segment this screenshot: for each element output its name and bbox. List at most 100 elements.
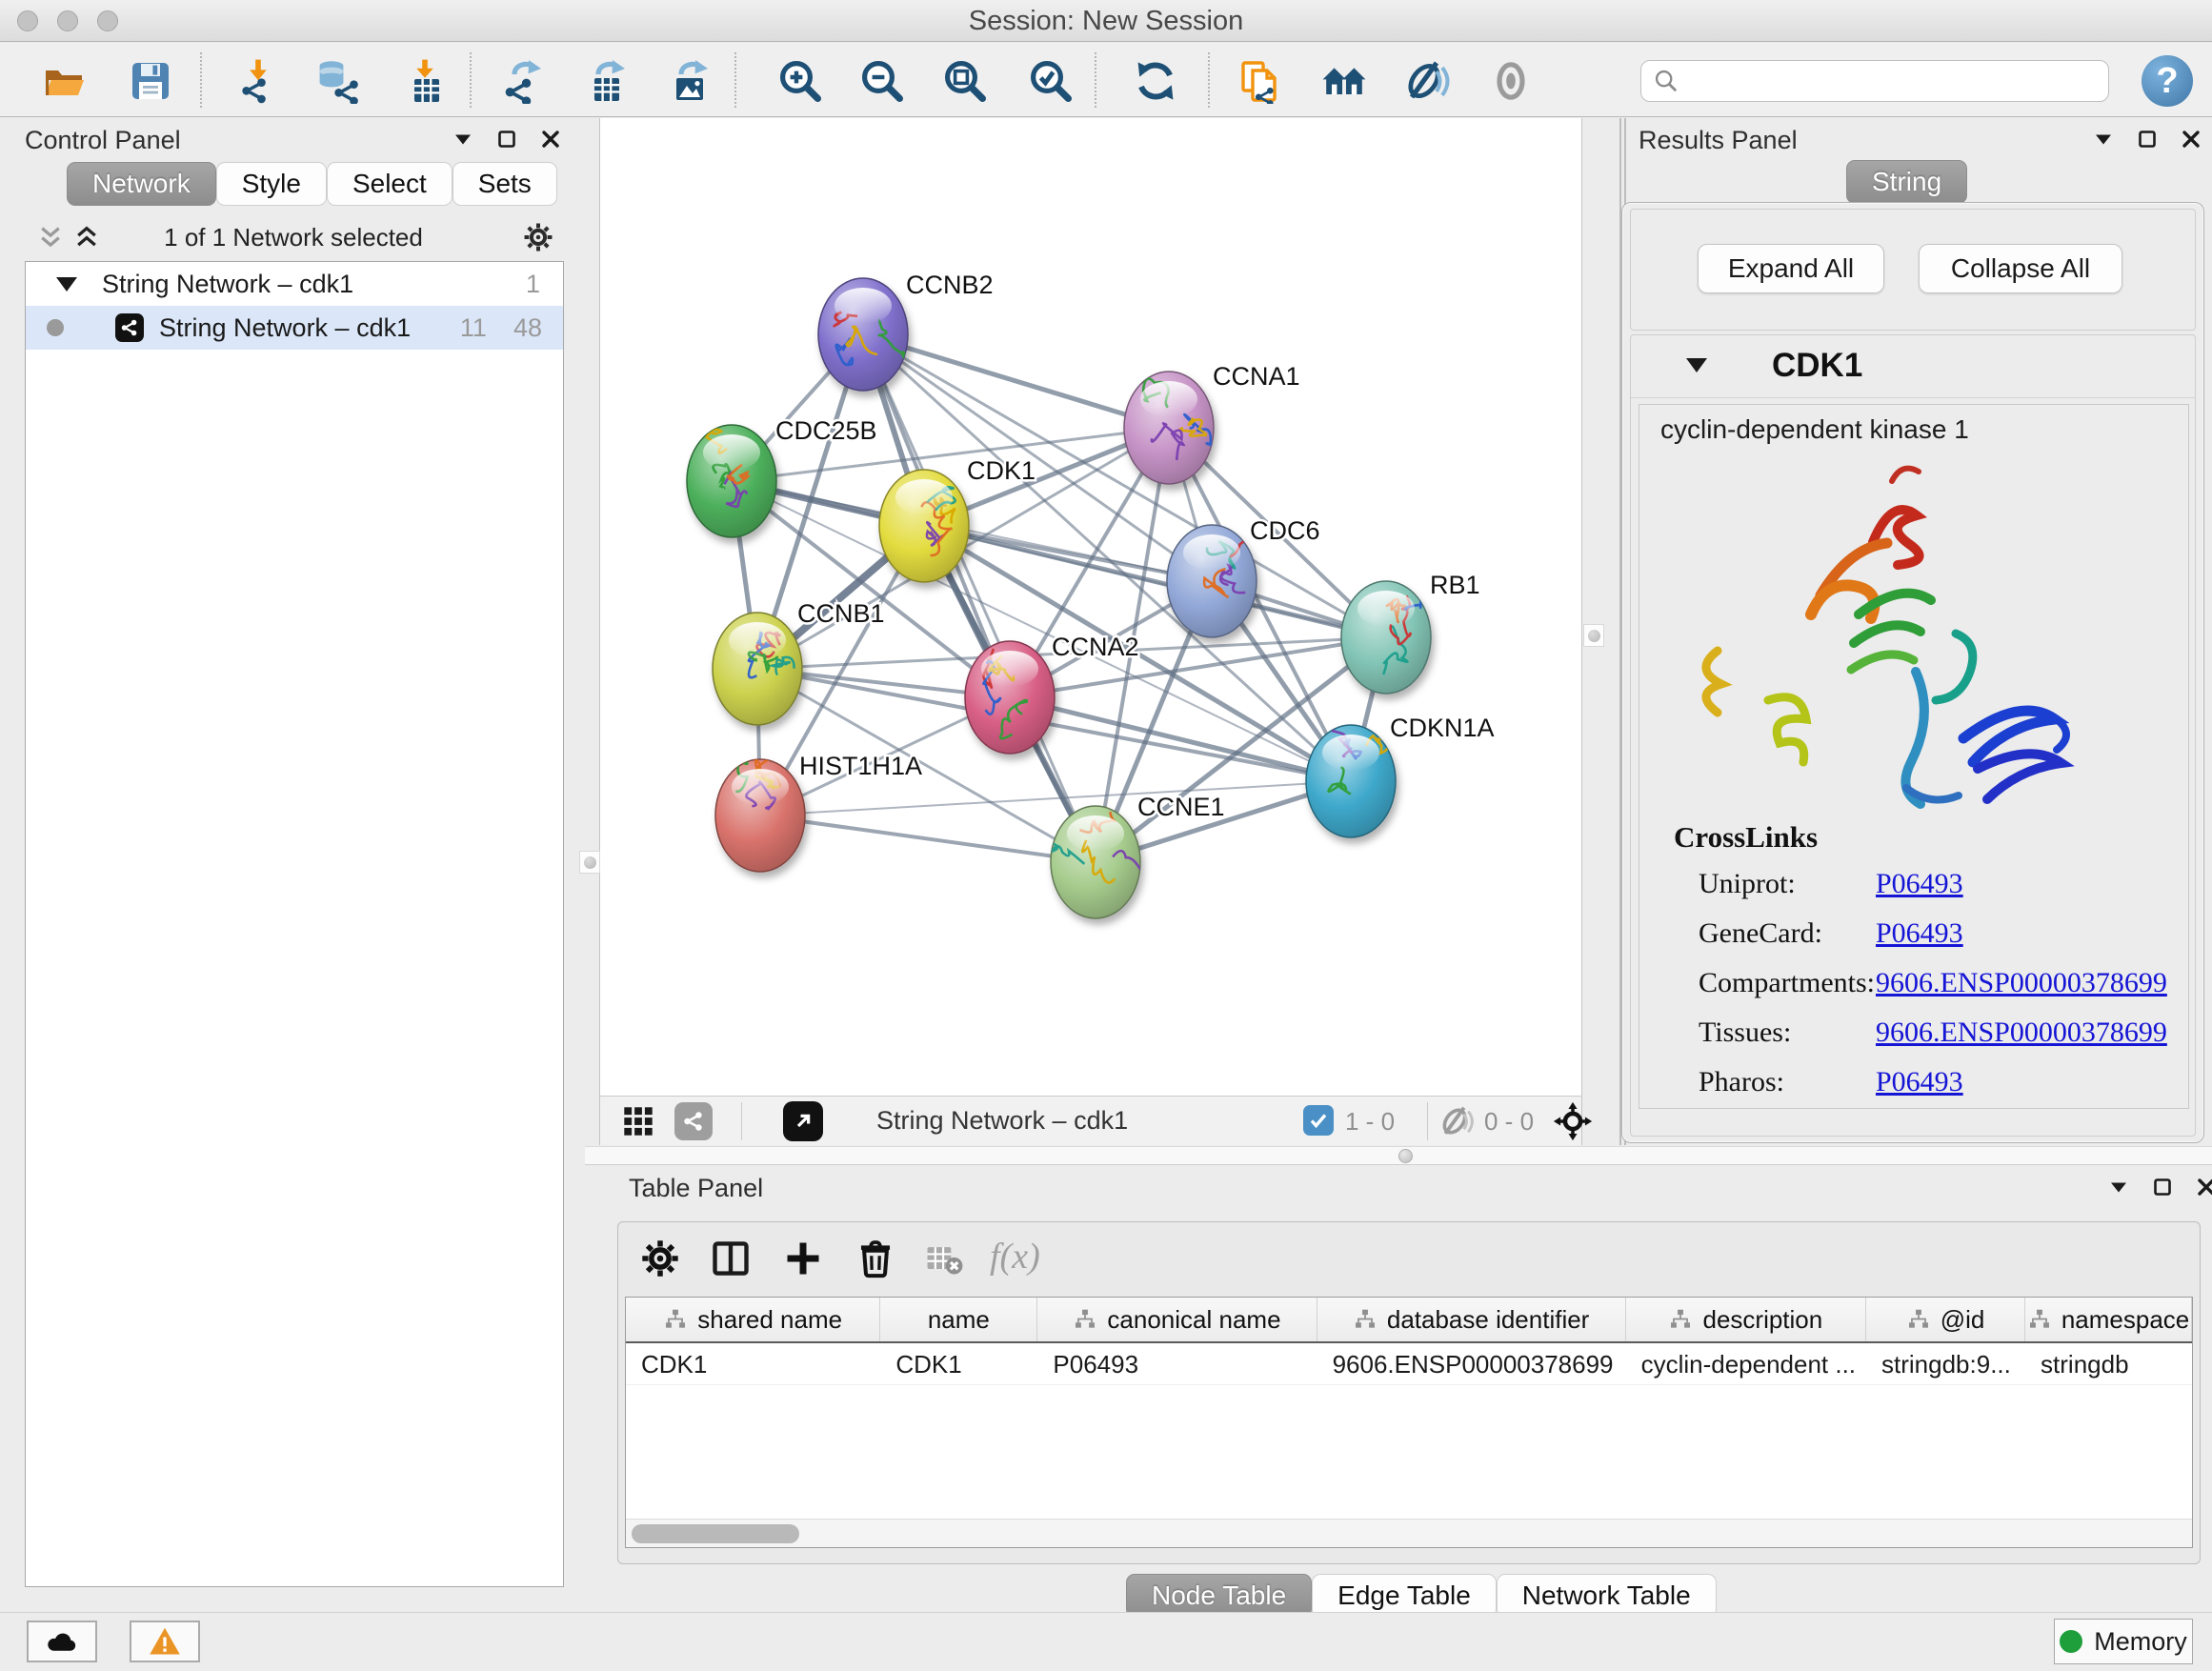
maximize-results-button[interactable] bbox=[2136, 128, 2159, 151]
tab-select[interactable]: Select bbox=[327, 162, 452, 206]
export-table-button[interactable] bbox=[576, 54, 637, 108]
delete-table-icon bbox=[923, 1238, 965, 1279]
node-CCNB2[interactable] bbox=[818, 278, 910, 391]
float-results-button[interactable] bbox=[2092, 128, 2115, 151]
tab-sets[interactable]: Sets bbox=[452, 162, 557, 206]
column-header[interactable]: database identifier bbox=[1317, 1298, 1626, 1341]
column-header[interactable]: @id bbox=[1866, 1298, 2025, 1341]
help-button[interactable]: ? bbox=[2142, 55, 2193, 107]
scrollbar-thumb[interactable] bbox=[632, 1524, 799, 1543]
node-CCNA2[interactable] bbox=[965, 641, 1055, 754]
external-view-icon[interactable] bbox=[783, 1101, 823, 1141]
table-panel-title: Table Panel bbox=[629, 1174, 763, 1203]
memory-label: Memory bbox=[2094, 1627, 2187, 1657]
node-label: CCNB1 bbox=[797, 599, 885, 628]
node-CDC25B[interactable] bbox=[687, 419, 776, 537]
node-HIST1H1A[interactable] bbox=[715, 755, 805, 872]
crosslink-link[interactable]: P06493 bbox=[1876, 1066, 1963, 1098]
refresh-button[interactable] bbox=[1125, 54, 1186, 108]
column-header[interactable]: description bbox=[1626, 1298, 1866, 1341]
tab-style[interactable]: Style bbox=[216, 162, 327, 206]
close-table-button[interactable] bbox=[2195, 1176, 2212, 1198]
gear-icon[interactable] bbox=[522, 221, 554, 253]
gene-header-row[interactable]: CDK1 bbox=[1631, 335, 2195, 398]
maximize-panel-button[interactable] bbox=[495, 128, 518, 151]
tab-string[interactable]: String bbox=[1846, 160, 1967, 204]
network-graph[interactable]: CCNB2 CCNA1 CDC25B CDK1 CDC6 RB1 bbox=[600, 118, 1583, 1095]
export-image-button[interactable] bbox=[659, 54, 720, 108]
export-network-button[interactable] bbox=[493, 54, 553, 108]
float-table-button[interactable] bbox=[2107, 1176, 2130, 1198]
column-header[interactable]: namespace bbox=[2025, 1298, 2192, 1341]
network-row-selected[interactable]: String Network – cdk1 11 48 bbox=[26, 306, 563, 350]
crosslink-label: Compartments: bbox=[1699, 967, 1875, 999]
import-database-button[interactable] bbox=[308, 54, 369, 108]
maximize-table-button[interactable] bbox=[2151, 1176, 2174, 1198]
open-button[interactable] bbox=[34, 54, 95, 108]
save-button[interactable] bbox=[120, 54, 181, 108]
crosslink-link[interactable]: P06493 bbox=[1876, 917, 1963, 950]
zoom-selected-button[interactable] bbox=[1020, 54, 1081, 108]
node-CCNB1[interactable] bbox=[713, 613, 802, 725]
close-panel-button[interactable] bbox=[539, 128, 562, 151]
splitter-handle-dot[interactable] bbox=[1398, 1149, 1413, 1163]
string-import-icon bbox=[1237, 58, 1282, 104]
add-column-icon[interactable] bbox=[782, 1238, 824, 1279]
column-header[interactable]: shared name bbox=[626, 1298, 880, 1341]
table-box: f(x) shared namenamecanonical namedataba… bbox=[617, 1221, 2201, 1564]
search-field[interactable] bbox=[1687, 66, 2097, 97]
table-toolbar: f(x) bbox=[618, 1222, 2200, 1295]
tab-network[interactable]: Network bbox=[67, 162, 216, 206]
column-header[interactable]: canonical name bbox=[1037, 1298, 1317, 1341]
node-RB1[interactable] bbox=[1341, 574, 1431, 694]
edge[interactable] bbox=[863, 334, 1169, 428]
network-canvas[interactable]: CCNB2 CCNA1 CDC25B CDK1 CDC6 RB1 bbox=[599, 118, 1582, 1145]
node-table[interactable]: shared namenamecanonical namedatabase id… bbox=[625, 1297, 2193, 1548]
close-results-button[interactable] bbox=[2180, 128, 2202, 151]
show-grid-icon[interactable] bbox=[621, 1104, 655, 1138]
network-view-toolbar: String Network – cdk1 1 - 0 0 - 0 bbox=[600, 1096, 1581, 1145]
collapse-all-button[interactable]: Collapse All bbox=[1919, 244, 2122, 293]
show-columns-icon[interactable] bbox=[710, 1238, 752, 1279]
table-gear-icon[interactable] bbox=[639, 1238, 681, 1279]
crosslink-link[interactable]: P06493 bbox=[1876, 868, 1963, 900]
right-splitter-handle[interactable] bbox=[1583, 624, 1604, 647]
hide-panel-button[interactable] bbox=[1398, 54, 1458, 108]
network-collection-row[interactable]: String Network – cdk1 1 bbox=[26, 262, 563, 306]
crosslink-link[interactable]: 9606.ENSP00000378699 bbox=[1876, 1017, 2167, 1049]
node-CDK1[interactable] bbox=[879, 470, 969, 582]
import-network-button[interactable] bbox=[228, 54, 289, 108]
table-cell: P06493 bbox=[1037, 1343, 1317, 1384]
gene-collapse-triangle-icon[interactable] bbox=[1686, 358, 1707, 372]
selected-nodes-checkbox[interactable] bbox=[1303, 1105, 1334, 1136]
zoom-in-button[interactable] bbox=[770, 54, 831, 108]
network-overview-icon[interactable] bbox=[674, 1102, 713, 1140]
memory-button[interactable]: Memory bbox=[2054, 1619, 2193, 1664]
edge[interactable] bbox=[760, 815, 1096, 862]
table-row[interactable]: CDK1CDK1P064939606.ENSP00000378699cyclin… bbox=[626, 1343, 2192, 1385]
left-splitter-handle[interactable] bbox=[579, 851, 600, 874]
network-selected-status: 1 of 1 Network selected bbox=[8, 223, 579, 252]
string-home-button[interactable] bbox=[1314, 54, 1375, 108]
node-CCNA1[interactable] bbox=[1124, 372, 1217, 484]
collapse-triangle-icon[interactable] bbox=[56, 277, 77, 292]
node-CDC6[interactable] bbox=[1167, 525, 1257, 637]
crosslink-link[interactable]: 9606.ENSP00000378699 bbox=[1876, 967, 2167, 999]
toolbar-separator bbox=[734, 52, 736, 108]
warnings-button[interactable] bbox=[130, 1621, 200, 1662]
expand-all-button[interactable]: Expand All bbox=[1698, 244, 1884, 293]
column-header[interactable]: name bbox=[880, 1298, 1037, 1341]
cloud-button[interactable] bbox=[27, 1621, 97, 1662]
show-panel-button[interactable] bbox=[1480, 54, 1541, 108]
zoom-out-button[interactable] bbox=[852, 54, 913, 108]
delete-column-icon[interactable] bbox=[855, 1238, 896, 1279]
zoom-fit-button[interactable] bbox=[935, 54, 995, 108]
fit-content-icon[interactable] bbox=[1553, 1101, 1593, 1141]
search-input[interactable] bbox=[1640, 60, 2109, 102]
string-import-button[interactable] bbox=[1229, 54, 1290, 108]
table-horizontal-scrollbar[interactable] bbox=[626, 1519, 2192, 1547]
collection-label: String Network – cdk1 bbox=[102, 270, 353, 299]
float-panel-button[interactable] bbox=[452, 128, 474, 151]
edge[interactable] bbox=[863, 334, 1096, 862]
import-table-button[interactable] bbox=[394, 54, 455, 108]
